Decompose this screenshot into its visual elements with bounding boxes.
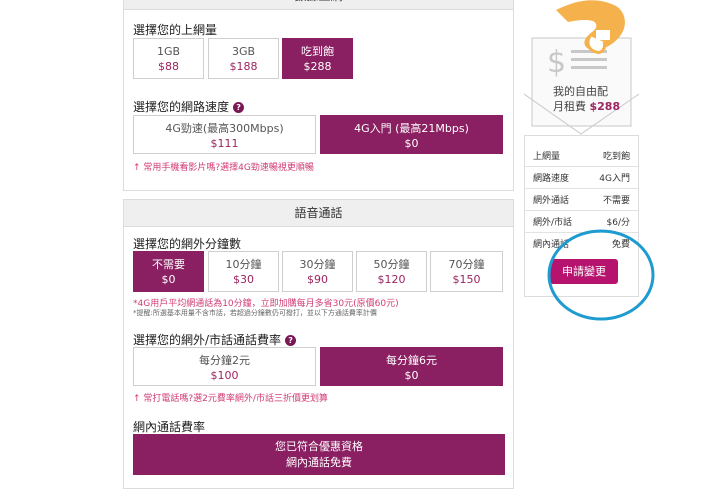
summary-key: 上網量 [533, 152, 561, 162]
onnet-banner: 您已符合優惠資格 網內通話免費 [133, 434, 505, 475]
onnet-label: 網內通話費率 [133, 420, 206, 434]
speed-option-4g-turbo[interactable]: 4G勁速(最高300Mbps) $111 [133, 115, 316, 154]
hand-icon [556, 0, 625, 54]
option-price: $0 [161, 273, 176, 286]
minutes-option-10[interactable]: 10分鐘 $30 [208, 251, 279, 292]
summary-row-speed: 網路速度 4G入門 [525, 166, 638, 189]
data-option-3gb[interactable]: 3GB $188 [208, 38, 279, 79]
option-name: 3GB [231, 45, 256, 58]
option-name: 不需要 [152, 258, 185, 271]
data-usage-prompt: 選擇您的上網量 [133, 23, 218, 37]
voice-panel: 語音通話 選擇您的網外分鐘數 不需要 $0 10分鐘 $30 30分鐘 $90 … [123, 199, 514, 489]
option-price: $90 [307, 273, 328, 286]
monthly-fee-total: $288 [589, 100, 621, 113]
speed-prompt: 選擇您的網路速度? [133, 98, 245, 115]
option-price: $30 [233, 273, 254, 286]
summary-key: 網外/市話 [533, 218, 573, 228]
data-usage-panel: 數據上網 選擇您的上網量 1GB $88 3GB $188 吃到飽 $288 選… [123, 0, 514, 191]
rate-prompt-text: 選擇您的網外/市話通話費率 [133, 333, 282, 347]
data-usage-header: 數據上網 [124, 0, 513, 10]
option-price: $150 [452, 273, 481, 286]
option-price: $100 [210, 369, 239, 382]
summary-title-line1: 我的自由配 [553, 85, 608, 98]
minutes-option-none[interactable]: 不需要 $0 [133, 251, 204, 292]
option-name: 4G勁速(最高300Mbps) [165, 122, 284, 135]
option-price: $188 [229, 60, 258, 73]
summary-row-data: 上網量 吃到飽 [525, 144, 638, 167]
minutes-reminder: *提醒:所選基本用量不含市話，若超過分鐘數仍可撥打，並以下方通話費率計價 [133, 309, 377, 317]
minutes-option-50[interactable]: 50分鐘 $120 [356, 251, 427, 292]
summary-row-offnet: 網外通話 不需要 [525, 188, 638, 211]
option-name: 4G入門 (最高21Mbps) [354, 122, 469, 135]
question-icon[interactable]: ? [233, 102, 245, 113]
data-option-unlimited[interactable]: 吃到飽 $288 [282, 38, 353, 79]
summary-value: 吃到飽 [602, 152, 630, 162]
rate-prompt: 選擇您的網外/市話通話費率? [133, 331, 297, 348]
data-option-1gb[interactable]: 1GB $88 [133, 38, 204, 79]
rate-option-2[interactable]: 每分鐘2元 $100 [133, 347, 316, 386]
monthly-fee-label: 月租費 [553, 100, 586, 113]
speed-prompt-text: 選擇您的網路速度 [133, 100, 230, 114]
summary-title-line2: 月租費 $288 [553, 98, 620, 114]
question-icon[interactable]: ? [285, 335, 297, 346]
summary-value: 4G入門 [599, 174, 630, 184]
summary-key: 網路速度 [533, 174, 570, 184]
voice-header: 語音通話 [124, 200, 513, 227]
option-price: $0 [404, 369, 419, 382]
option-price: $88 [158, 60, 179, 73]
onnet-line1: 您已符合優惠資格 [275, 440, 363, 453]
option-name: 30分鐘 [299, 258, 336, 271]
option-price: $288 [303, 60, 332, 73]
circle-annotation [547, 229, 655, 321]
option-name: 每分鐘6元 [386, 354, 437, 367]
rate-option-6[interactable]: 每分鐘6元 $0 [320, 347, 503, 386]
rate-tip: ↑ 常打電話嗎?選2元費率網外/市話三折價更划算 [133, 394, 328, 404]
speed-tip: ↑ 常用手機看影片嗎?選擇4G勁速暢視更順暢 [133, 163, 314, 173]
summary-value: 不需要 [602, 196, 630, 206]
option-name: 70分鐘 [448, 258, 485, 271]
option-price: $0 [404, 137, 419, 150]
onnet-line2: 網內通話免費 [286, 456, 352, 469]
minutes-prompt: 選擇您的網外分鐘數 [133, 237, 242, 251]
minutes-option-30[interactable]: 30分鐘 $90 [282, 251, 353, 292]
minutes-option-70[interactable]: 70分鐘 $150 [430, 251, 503, 292]
summary-value: $6/分 [606, 218, 631, 228]
option-price: $111 [210, 137, 239, 150]
option-price: $120 [377, 273, 406, 286]
speed-option-4g-basic[interactable]: 4G入門 (最高21Mbps) $0 [320, 115, 503, 154]
option-name: 每分鐘2元 [199, 354, 250, 367]
option-name: 50分鐘 [373, 258, 410, 271]
option-name: 10分鐘 [225, 258, 262, 271]
option-name: 1GB [156, 45, 181, 58]
option-name: 吃到飽 [301, 45, 334, 58]
summary-key: 網外通話 [533, 196, 570, 206]
